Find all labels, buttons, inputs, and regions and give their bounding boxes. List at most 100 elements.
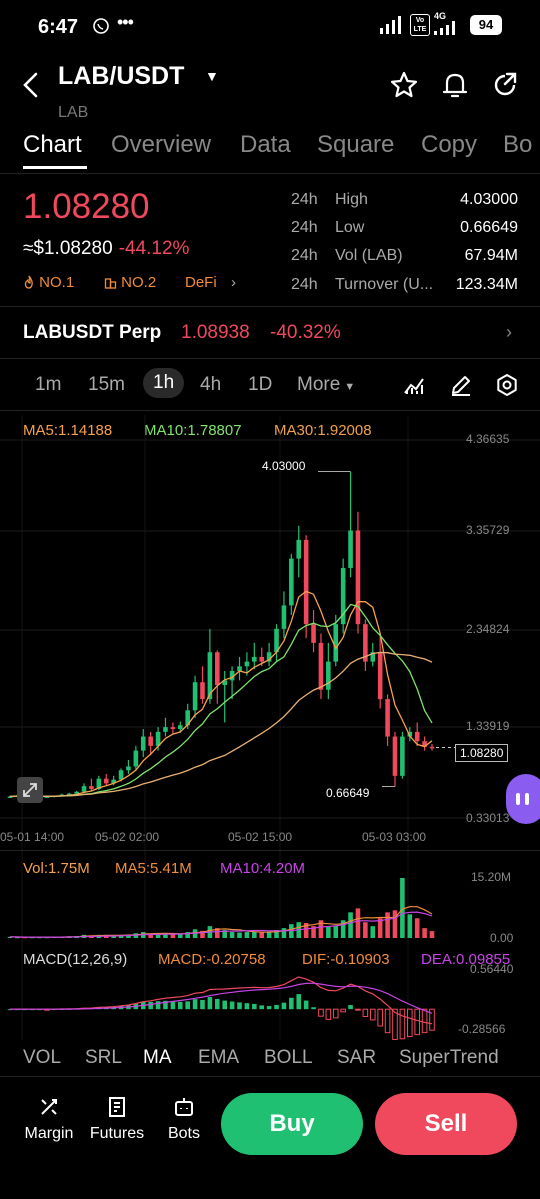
indicator-boll[interactable]: BOLL: [264, 1047, 313, 1069]
margin-label: Margin: [24, 1125, 74, 1142]
price-chart[interactable]: [0, 0, 540, 1040]
price-axis-label: 4.36635: [466, 432, 510, 446]
volume-bar: [348, 912, 353, 938]
candle-body: [118, 770, 124, 780]
volume-bar: [370, 926, 376, 938]
divider: [0, 850, 540, 851]
candle-body: [89, 786, 94, 789]
time-axis-label: 05-01 14:00: [0, 830, 65, 844]
macd-bar: [296, 994, 302, 1010]
macd-legend: MACD(12,26,9): [23, 951, 128, 968]
macd-bar: [185, 1001, 190, 1010]
candle-body: [244, 661, 250, 667]
candle-body: [303, 539, 309, 625]
volume-bar: [170, 934, 176, 938]
expand-chart-button[interactable]: [17, 777, 43, 803]
macd-bar: [192, 999, 198, 1010]
dif-value: DIF:-0.10903: [302, 951, 390, 968]
macd-bar: [200, 999, 205, 1010]
vol-axis-label: 15.20M: [471, 870, 512, 884]
macd-bar: [421, 1008, 428, 1034]
time-axis-label: 05-03 03:00: [362, 830, 427, 844]
high-annotation: 4.03000: [262, 459, 306, 473]
candle-body: [252, 656, 257, 662]
expand-icon: [23, 783, 37, 797]
candle-body: [281, 605, 287, 629]
volume-bar: [363, 922, 368, 938]
candle-body: [133, 750, 139, 767]
macd-bar: [369, 1008, 376, 1021]
macd-value: MACD:-0.20758: [158, 951, 266, 968]
volume-bar: [177, 934, 183, 938]
time-axis-label: 05-02 15:00: [228, 830, 293, 844]
volume-bar: [385, 912, 390, 938]
volume-bar: [259, 932, 265, 938]
macd-bar: [215, 998, 220, 1010]
macd-axis-label: 0.56440: [470, 962, 514, 976]
macd-bar: [399, 1008, 406, 1040]
margin-icon: [41, 1099, 57, 1115]
candle-body: [400, 736, 405, 776]
macd-bar: [377, 1008, 383, 1027]
volume-bar: [333, 925, 339, 938]
volume-bar: [229, 932, 235, 938]
volume-bar: [237, 932, 242, 938]
macd-bar: [244, 1003, 250, 1010]
macd-bar: [177, 1001, 183, 1010]
macd-bar: [274, 1004, 279, 1010]
candle-body: [414, 731, 420, 742]
volume-bar: [429, 931, 435, 938]
macd-bar: [148, 1001, 153, 1010]
futures-icon: [109, 1097, 125, 1117]
candle-body: [177, 725, 183, 730]
candle-body: [348, 530, 353, 568]
indicator-vol[interactable]: VOL: [23, 1047, 61, 1069]
macd-bar: [384, 1008, 391, 1034]
indicator-sar[interactable]: SAR: [337, 1047, 376, 1069]
macd-bar: [325, 1008, 332, 1020]
floating-assistant-button[interactable]: [506, 774, 540, 824]
candle-body: [163, 727, 168, 732]
volume-bar: [414, 918, 420, 938]
candle-body: [311, 624, 316, 643]
macd-bar: [259, 1005, 265, 1010]
indicator-srl[interactable]: SRL: [85, 1047, 122, 1069]
ma30-line: [9, 651, 433, 798]
macd-bar: [281, 1002, 287, 1010]
macd-bar: [362, 1008, 369, 1017]
divider: [0, 1076, 540, 1077]
volume-bar: [407, 914, 413, 938]
macd-axis-label: -0.28566: [458, 1022, 506, 1036]
sell-button[interactable]: Sell: [375, 1093, 517, 1155]
candle-body: [192, 682, 198, 711]
candle-body: [140, 736, 146, 751]
buy-button[interactable]: Buy: [221, 1093, 363, 1155]
pause-icon: [516, 793, 529, 805]
futures-label: Futures: [89, 1125, 145, 1142]
indicator-supertrend[interactable]: SuperTrend: [399, 1047, 499, 1069]
bots-label: Bots: [167, 1125, 200, 1142]
candle-body: [385, 699, 390, 737]
candle-body: [296, 539, 302, 559]
indicator-ma[interactable]: MA: [143, 1047, 172, 1069]
bots-button[interactable]: Bots: [154, 1095, 214, 1143]
macd-bar: [170, 1001, 176, 1010]
macd-bar: [207, 997, 213, 1010]
candle-body: [289, 558, 294, 606]
indicator-ema[interactable]: EMA: [198, 1047, 239, 1069]
macd-bar: [332, 1008, 339, 1019]
futures-button[interactable]: Futures: [87, 1095, 147, 1143]
volume-bar: [244, 932, 250, 938]
candle-body: [103, 778, 109, 784]
volume-ma5-line: [9, 906, 433, 938]
candle-body: [392, 736, 398, 776]
volume-bar: [422, 928, 427, 938]
price-axis-label: 3.35729: [466, 523, 510, 537]
macd-bar: [266, 1006, 272, 1010]
macd-bar: [237, 1002, 242, 1010]
dif-line: [9, 976, 433, 1025]
vol-ma5-legend: MA5:5.41M: [115, 860, 192, 877]
macd-bar: [414, 1008, 420, 1036]
margin-button[interactable]: Margin: [19, 1095, 79, 1143]
candle-body: [215, 652, 220, 686]
